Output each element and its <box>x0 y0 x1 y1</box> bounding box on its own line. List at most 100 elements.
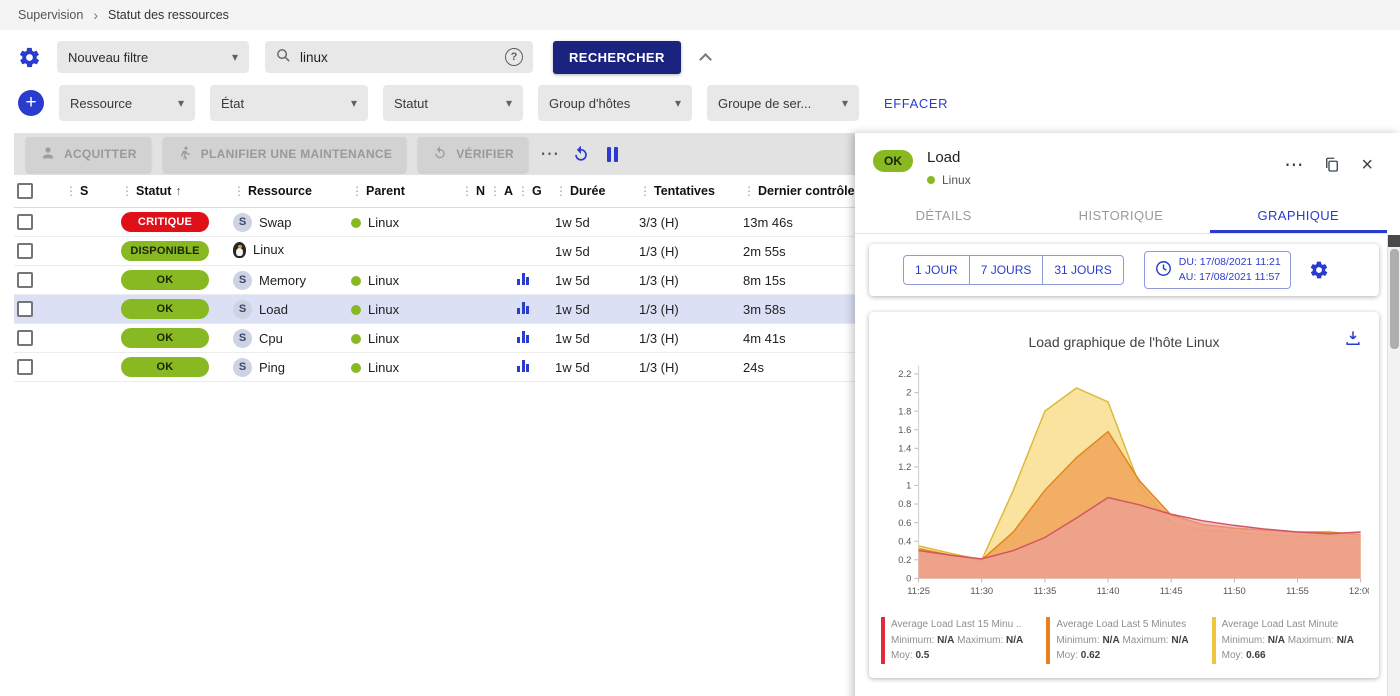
tries-cell: 1/3 (H) <box>636 266 740 295</box>
resource-name[interactable]: Load <box>259 302 288 317</box>
resource-name[interactable]: Ping <box>259 360 285 375</box>
column-header-durée[interactable]: ⋮Durée <box>552 175 636 208</box>
table-row[interactable]: OKSLoadLinux1w 5d1/3 (H)3m 58s <box>14 295 855 324</box>
add-criteria-button[interactable]: + <box>18 90 44 116</box>
chevron-down-icon: ▾ <box>224 50 238 64</box>
table-row[interactable]: OKSCpuLinux1w 5d1/3 (H)4m 41s <box>14 324 855 353</box>
resource-name[interactable]: Cpu <box>259 331 283 346</box>
search-box[interactable]: ? <box>265 41 533 73</box>
help-icon[interactable]: ? <box>505 48 523 66</box>
search-input[interactable] <box>300 50 497 65</box>
tries-cell: 1/3 (H) <box>636 237 740 266</box>
refresh-icon[interactable] <box>571 144 591 164</box>
period-box[interactable]: DU: 17/08/2021 11:21 AU: 17/08/2021 11:5… <box>1144 251 1291 289</box>
row-checkbox[interactable] <box>17 301 33 317</box>
range-button-1-jour[interactable]: 1 JOUR <box>903 255 970 285</box>
range-button-31-jours[interactable]: 31 JOURS <box>1043 255 1123 285</box>
panel-more-icon[interactable]: ⋯ <box>1284 156 1303 175</box>
breadcrumb-page[interactable]: Statut des ressources <box>108 8 229 22</box>
criteria-dropdown-2[interactable]: État▾ <box>210 85 368 121</box>
breadcrumb-section[interactable]: Supervision <box>18 8 83 22</box>
column-label: Tentatives <box>654 184 715 198</box>
tab-historique[interactable]: HISTORIQUE <box>1032 197 1209 233</box>
table-row[interactable]: OKSPingLinux1w 5d1/3 (H)24s <box>14 353 855 382</box>
tab-graphique[interactable]: GRAPHIQUE <box>1210 197 1387 233</box>
legend-item[interactable]: Average Load Last MinuteMinimum: N/A Max… <box>1212 617 1367 664</box>
table-row[interactable]: OKSMemoryLinux1w 5d1/3 (H)8m 15s <box>14 266 855 295</box>
parent-cell[interactable]: Linux <box>348 324 458 353</box>
resource-name[interactable]: Swap <box>259 215 292 230</box>
resource-name[interactable]: Linux <box>253 242 284 257</box>
row-checkbox[interactable] <box>17 330 33 346</box>
notes-cell <box>458 208 486 237</box>
pause-icon[interactable] <box>607 147 619 162</box>
column-header-s[interactable]: ⋮S <box>62 175 118 208</box>
graph-icon[interactable] <box>517 302 529 314</box>
resource-name[interactable]: Memory <box>259 273 306 288</box>
clear-filters-button[interactable]: EFFACER <box>884 96 948 111</box>
legend-item[interactable]: Average Load Last 5 MinutesMinimum: N/A … <box>1046 617 1201 664</box>
legend-text: Minimum: <box>891 635 934 646</box>
column-header-dernier-contrôle[interactable]: ⋮Dernier contrôle <box>740 175 855 208</box>
column-header-statut[interactable]: ⋮Statut↑ <box>118 175 230 208</box>
drag-handle-icon: ⋮ <box>461 184 473 198</box>
download-icon[interactable] <box>1343 328 1363 351</box>
service-icon: S <box>233 358 252 377</box>
column-header-parent[interactable]: ⋮Parent <box>348 175 458 208</box>
saved-filter-select[interactable]: Nouveau filtre ▾ <box>57 41 249 73</box>
panel-scrollbar[interactable] <box>1387 235 1400 696</box>
graph-icon[interactable] <box>517 360 529 372</box>
service-icon: S <box>233 271 252 290</box>
table-row[interactable]: DISPONIBLELinux1w 5d1/3 (H)2m 55s <box>14 237 855 266</box>
graph-settings-gear-icon[interactable] <box>1309 260 1329 280</box>
criteria-dropdown-3[interactable]: Statut▾ <box>383 85 523 121</box>
drag-handle-icon: ⋮ <box>743 184 755 198</box>
more-actions-icon[interactable]: ⋯ <box>540 145 559 164</box>
filter-settings-gear-icon[interactable] <box>18 46 41 69</box>
svg-text:11:55: 11:55 <box>1286 586 1309 596</box>
close-panel-icon[interactable]: × <box>1361 155 1373 175</box>
range-button-7-jours[interactable]: 7 JOURS <box>970 255 1044 285</box>
column-header-n[interactable]: ⋮N <box>458 175 486 208</box>
copy-link-icon[interactable] <box>1323 156 1341 174</box>
row-checkbox[interactable] <box>17 214 33 230</box>
parent-cell[interactable] <box>348 237 458 266</box>
collapse-filters-chevron-icon[interactable] <box>699 53 712 66</box>
row-checkbox[interactable] <box>17 243 33 259</box>
legend-text: 0.66 <box>1246 650 1265 661</box>
column-header-ressource[interactable]: ⋮Ressource <box>230 175 348 208</box>
parent-cell[interactable]: Linux <box>348 353 458 382</box>
drag-handle-icon: ⋮ <box>233 184 245 198</box>
check-button[interactable]: VÉRIFIER <box>418 137 528 172</box>
parent-cell[interactable]: Linux <box>348 266 458 295</box>
column-header-a[interactable]: ⋮A <box>486 175 514 208</box>
select-all-checkbox[interactable] <box>17 183 33 199</box>
tab-détails[interactable]: DÉTAILS <box>855 197 1032 233</box>
graph-icon[interactable] <box>517 273 529 285</box>
scrollbar-thumb[interactable] <box>1390 249 1399 349</box>
parent-cell[interactable]: Linux <box>348 295 458 324</box>
search-button[interactable]: RECHERCHER <box>553 41 681 74</box>
scrollbar-arrow[interactable] <box>1388 235 1400 247</box>
column-header-g[interactable]: ⋮G <box>514 175 552 208</box>
criteria-dropdown-5[interactable]: Groupe de ser...▾ <box>707 85 859 121</box>
downtime-button[interactable]: PLANIFIER UNE MAINTENANCE <box>163 137 407 172</box>
drag-handle-icon: ⋮ <box>121 184 133 198</box>
row-checkbox[interactable] <box>17 359 33 375</box>
criteria-dropdown-4[interactable]: Group d'hôtes▾ <box>538 85 692 121</box>
column-label: Ressource <box>248 184 312 198</box>
drag-handle-icon: ⋮ <box>639 184 651 198</box>
content: ACQUITTER PLANIFIER UNE MAINTENANCE VÉRI… <box>0 133 1400 696</box>
column-header-tentatives[interactable]: ⋮Tentatives <box>636 175 740 208</box>
criteria-dropdown-1[interactable]: Ressource▾ <box>59 85 195 121</box>
legend-text: N/A <box>1337 635 1354 646</box>
graph-icon[interactable] <box>517 331 529 343</box>
table-row[interactable]: CRITIQUESSwapLinux1w 5d3/3 (H)13m 46s <box>14 208 855 237</box>
svg-text:1: 1 <box>906 481 911 491</box>
row-checkbox[interactable] <box>17 272 33 288</box>
legend-item[interactable]: Average Load Last 15 Minu ..Minimum: N/A… <box>881 617 1036 664</box>
parent-name: Linux <box>368 215 399 230</box>
parent-cell[interactable]: Linux <box>348 208 458 237</box>
acknowledge-button[interactable]: ACQUITTER <box>26 137 151 172</box>
maintenance-person-icon <box>177 145 193 164</box>
